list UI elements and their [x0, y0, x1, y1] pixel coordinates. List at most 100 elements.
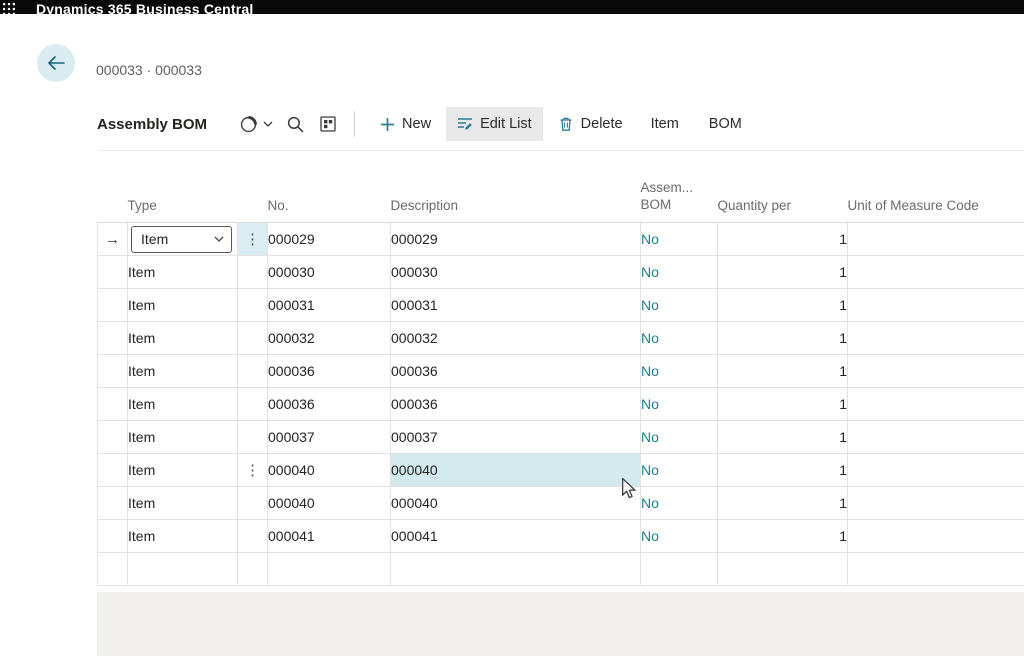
action-toolbar: Assembly BOM New — [97, 104, 1024, 144]
analyze-button[interactable] — [320, 116, 336, 132]
bom-link[interactable]: No — [641, 462, 659, 478]
back-button[interactable] — [37, 44, 75, 82]
header-no[interactable]: No. — [268, 151, 391, 223]
no-cell[interactable]: 000041 — [268, 520, 391, 553]
bom-link[interactable]: No — [641, 297, 659, 313]
no-cell[interactable]: 000040 — [268, 487, 391, 520]
no-cell[interactable]: 000029 — [268, 223, 391, 256]
description-cell[interactable]: 000032 — [391, 322, 641, 355]
empty-cell — [848, 553, 1024, 586]
bom-link[interactable]: No — [641, 231, 659, 247]
quantity-per-cell[interactable]: 1 — [718, 355, 848, 388]
table-row: Item000036000036No1 — [98, 388, 1024, 421]
item-menu-button[interactable]: Item — [638, 107, 692, 141]
description-cell[interactable]: 000030 — [391, 256, 641, 289]
description-cell[interactable]: 000031 — [391, 289, 641, 322]
row-indicator-cell — [98, 388, 128, 421]
bom-menu-label: BOM — [709, 116, 742, 132]
quantity-per-cell[interactable]: 1 — [718, 421, 848, 454]
no-cell[interactable]: 000036 — [268, 355, 391, 388]
quantity-per-cell[interactable]: 1 — [718, 388, 848, 421]
description-cell[interactable]: 000036 — [391, 355, 641, 388]
new-button[interactable]: New — [369, 107, 442, 141]
description-cell[interactable]: 000037 — [391, 421, 641, 454]
empty-row — [98, 553, 1024, 586]
empty-cell — [718, 553, 848, 586]
uom-cell[interactable] — [848, 487, 1024, 520]
table-row: Item000041000041No1 — [98, 520, 1024, 553]
header-assembly-bom-line2: BOM — [641, 196, 718, 213]
breadcrumb[interactable]: 000033 · 000033 — [96, 62, 202, 78]
row-indicator-cell — [98, 520, 128, 553]
header-indicator — [98, 151, 128, 223]
quantity-per-cell[interactable]: 1 — [718, 223, 848, 256]
type-cell[interactable]: Item — [128, 355, 238, 388]
no-cell[interactable]: 000036 — [268, 388, 391, 421]
related-entries-button[interactable] — [239, 115, 273, 134]
assembly-bom-cell: No — [641, 322, 718, 355]
assembly-bom-cell: No — [641, 421, 718, 454]
row-indicator-cell — [98, 322, 128, 355]
bom-link[interactable]: No — [641, 264, 659, 280]
quantity-per-cell[interactable]: 1 — [718, 454, 848, 487]
bom-link[interactable]: No — [641, 495, 659, 511]
row-menu-cell[interactable]: ⋮ — [238, 223, 268, 256]
type-cell[interactable]: Item — [128, 322, 238, 355]
no-cell[interactable]: 000031 — [268, 289, 391, 322]
uom-cell[interactable] — [848, 421, 1024, 454]
header-description[interactable]: Description — [391, 151, 641, 223]
type-cell[interactable]: Item — [128, 520, 238, 553]
type-select[interactable]: Item — [131, 226, 232, 253]
uom-cell[interactable] — [848, 520, 1024, 553]
type-cell[interactable]: Item — [128, 289, 238, 322]
header-assembly-bom[interactable]: Assem... BOM — [641, 151, 718, 223]
description-cell[interactable]: 000041 — [391, 520, 641, 553]
bom-menu-button[interactable]: BOM — [696, 107, 755, 141]
uom-cell[interactable] — [848, 388, 1024, 421]
search-button[interactable] — [287, 116, 304, 133]
header-type[interactable]: Type — [128, 151, 238, 223]
type-cell[interactable]: Item — [128, 487, 238, 520]
no-cell[interactable]: 000032 — [268, 322, 391, 355]
row-indicator-cell — [98, 421, 128, 454]
row-menu-cell[interactable]: ⋮ — [238, 454, 268, 487]
quantity-per-cell[interactable]: 1 — [718, 289, 848, 322]
uom-cell[interactable] — [848, 322, 1024, 355]
assembly-bom-cell: No — [641, 487, 718, 520]
type-select-value: Item — [141, 231, 168, 247]
uom-cell[interactable] — [848, 223, 1024, 256]
header-uom[interactable]: Unit of Measure Code — [848, 151, 1024, 223]
quantity-per-cell[interactable]: 1 — [718, 520, 848, 553]
back-arrow-icon — [47, 56, 65, 70]
type-cell[interactable]: Item — [128, 454, 238, 487]
edit-list-button[interactable]: Edit List — [446, 107, 543, 141]
description-cell[interactable]: 000036 — [391, 388, 641, 421]
type-cell[interactable]: Item — [128, 223, 238, 256]
type-cell[interactable]: Item — [128, 388, 238, 421]
bom-link[interactable]: No — [641, 396, 659, 412]
no-cell[interactable]: 000037 — [268, 421, 391, 454]
bom-link[interactable]: No — [641, 429, 659, 445]
header-quantity-per[interactable]: Quantity per — [718, 151, 848, 223]
type-cell[interactable]: Item — [128, 256, 238, 289]
quantity-per-cell[interactable]: 1 — [718, 487, 848, 520]
bom-link[interactable]: No — [641, 330, 659, 346]
edit-list-button-label: Edit List — [480, 116, 532, 132]
quantity-per-cell[interactable]: 1 — [718, 256, 848, 289]
description-cell[interactable]: 000029 — [391, 223, 641, 256]
bom-link[interactable]: No — [641, 528, 659, 544]
delete-button[interactable]: Delete — [547, 107, 634, 141]
description-cell[interactable]: 000040 — [391, 454, 641, 487]
uom-cell[interactable] — [848, 256, 1024, 289]
uom-cell[interactable] — [848, 355, 1024, 388]
uom-cell[interactable] — [848, 454, 1024, 487]
app-launcher-icon[interactable] — [3, 2, 15, 14]
bom-link[interactable]: No — [641, 363, 659, 379]
no-cell[interactable]: 000040 — [268, 454, 391, 487]
type-cell[interactable]: Item — [128, 421, 238, 454]
description-cell[interactable]: 000040 — [391, 487, 641, 520]
row-menu-cell — [238, 487, 268, 520]
no-cell[interactable]: 000030 — [268, 256, 391, 289]
uom-cell[interactable] — [848, 289, 1024, 322]
quantity-per-cell[interactable]: 1 — [718, 322, 848, 355]
